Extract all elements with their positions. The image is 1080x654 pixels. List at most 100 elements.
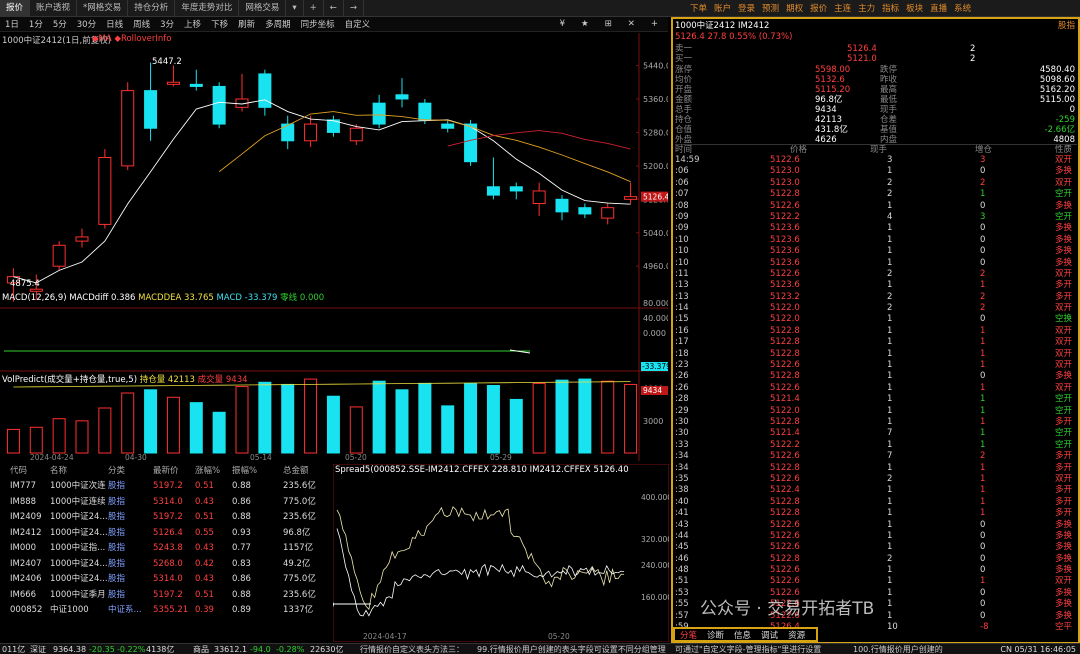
tick-row[interactable]: :48 5122.6 1 0 多换	[675, 565, 1077, 576]
toolbar-btn-6[interactable]: 3分	[155, 18, 179, 30]
right-menu-10[interactable]: 直播	[930, 2, 947, 14]
table-row[interactable]: 000852 中证1000 中证系... 5355.21 0.39 0.89 1337亿	[0, 603, 332, 619]
tick-row[interactable]: :23 5122.6 1 1 双开	[675, 360, 1077, 371]
tick-row[interactable]: :35 5122.6 2 1 双开	[675, 474, 1077, 485]
table-header-5[interactable]: 振幅%	[232, 464, 257, 478]
right-menu-4[interactable]: 期权	[786, 2, 803, 14]
panel-tab-2[interactable]: 信息	[729, 629, 756, 641]
sector-link[interactable]: 股指	[1058, 21, 1075, 31]
tick-row[interactable]: :45 5122.6 1 0 多换	[675, 542, 1077, 553]
tick-row[interactable]: :13 5123.2 2 2 多开	[675, 292, 1077, 303]
tick-row[interactable]: :51 5122.6 1 1 双开	[675, 576, 1077, 587]
tick-row[interactable]: :16 5122.8 1 1 双开	[675, 326, 1077, 337]
tick-row[interactable]: :38 5122.4 1 1 多开	[675, 485, 1077, 496]
tick-row[interactable]: :34 5122.6 7 2 多开	[675, 451, 1077, 462]
table-row[interactable]: IM777 1000中证次连 股指 5197.2 0.51 0.88 235.6亿	[0, 479, 332, 495]
toolbar-btn-11[interactable]: 同步坐标	[296, 18, 340, 30]
tick-row[interactable]: :10 5123.6 1 0 多换	[675, 246, 1077, 257]
table-header-2[interactable]: 分类	[108, 464, 125, 478]
spread-chart[interactable]: 400.000 320.000 240.000 160.000 2024-04-17 05…	[333, 464, 669, 642]
tick-row[interactable]: :30 5121.4 7 1 空开	[675, 428, 1077, 439]
toolbar-btn-0[interactable]: 1日	[0, 18, 24, 30]
panel-tab-0[interactable]: 分笔	[675, 629, 702, 641]
tick-row[interactable]: :09 5123.6 1 0 多换	[675, 223, 1077, 234]
toolbar-icon-0[interactable]: ¥	[555, 19, 570, 29]
toolbar-icon-3[interactable]: ✕	[623, 19, 640, 29]
tab-1[interactable]: 账户透视	[30, 0, 78, 17]
toolbar-icon-1[interactable]: ★	[576, 19, 594, 29]
tick-row[interactable]: :30 5122.8 1 1 多开	[675, 417, 1077, 428]
right-menu-2[interactable]: 登录	[738, 2, 755, 14]
kline-chart[interactable]: 5440.05360.05280.05200.05120.05040.04960…	[0, 33, 668, 461]
tick-row[interactable]: :18 5122.8 1 1 双开	[675, 349, 1077, 360]
forward-icon[interactable]: →	[344, 0, 364, 17]
table-row[interactable]: IM2409 1000中证24... 股指 5197.2 0.51 0.88 235.6亿	[0, 510, 332, 526]
tick-row[interactable]: :44 5122.6 1 0 多换	[675, 531, 1077, 542]
toolbar-btn-4[interactable]: 日线	[101, 18, 128, 30]
table-row[interactable]: IM2407 1000中证24... 股指 5268.0 0.42 0.83 49.2亿	[0, 557, 332, 573]
right-menu-5[interactable]: 报价	[810, 2, 827, 14]
right-menu-1[interactable]: 账户	[714, 2, 731, 14]
tick-row[interactable]: :28 5121.4 1 1 空开	[675, 394, 1077, 405]
right-menu-6[interactable]: 主连	[834, 2, 851, 14]
tick-row[interactable]: :29 5122.0 1 1 空开	[675, 406, 1077, 417]
right-menu-0[interactable]: 下单	[690, 2, 707, 14]
tick-row[interactable]: :33 5122.2 1 1 空开	[675, 440, 1077, 451]
tick-row[interactable]: :26 5122.8 1 0 多换	[675, 371, 1077, 382]
tick-row[interactable]: :10 5123.6 1 0 多换	[675, 258, 1077, 269]
toolbar-btn-2[interactable]: 5分	[48, 18, 72, 30]
tick-row[interactable]: :15 5122.0 1 0 空换	[675, 314, 1077, 325]
tick-row[interactable]: 14:59 5122.6 3 3 双开	[675, 155, 1077, 166]
toolbar-btn-8[interactable]: 下移	[206, 18, 233, 30]
table-header-0[interactable]: 代码	[10, 464, 27, 478]
tick-row[interactable]: :41 5122.8 1 1 多开	[675, 508, 1077, 519]
tick-row[interactable]: :26 5122.6 1 1 双开	[675, 383, 1077, 394]
right-menu-7[interactable]: 主力	[858, 2, 875, 14]
right-menu-3[interactable]: 预测	[762, 2, 779, 14]
right-menu-9[interactable]: 板块	[906, 2, 923, 14]
tab-5[interactable]: 网格交易	[239, 0, 287, 17]
tab-2[interactable]: *网格交易	[77, 0, 129, 17]
dropdown-icon[interactable]: ▾	[286, 0, 304, 17]
right-menu-8[interactable]: 指标	[882, 2, 899, 14]
table-row[interactable]: IM2412 1000中证24... 股指 5126.4 0.55 0.93 96.8亿	[0, 526, 332, 542]
tab-0[interactable]: 报价	[0, 0, 31, 17]
tick-row[interactable]: :34 5122.8 1 1 多开	[675, 463, 1077, 474]
panel-tab-4[interactable]: 资源	[783, 629, 810, 641]
panel-tab-3[interactable]: 调试	[756, 629, 783, 641]
tick-row[interactable]: :06 5123.0 1 0 多换	[675, 166, 1077, 177]
toolbar-btn-10[interactable]: 多周期	[260, 18, 296, 30]
table-row[interactable]: IM888 1000中证连续 股指 5314.0 0.43 0.86 775.0亿	[0, 495, 332, 511]
toolbar-btn-1[interactable]: 1分	[24, 18, 48, 30]
tick-row[interactable]: :08 5122.6 1 0 多换	[675, 201, 1077, 212]
table-header-6[interactable]: 总金额	[283, 464, 309, 478]
tick-row[interactable]: :17 5122.8 1 1 双开	[675, 337, 1077, 348]
add-icon[interactable]: +	[304, 0, 324, 17]
toolbar-btn-5[interactable]: 周线	[128, 18, 155, 30]
toolbar-btn-9[interactable]: 刷新	[233, 18, 260, 30]
tick-row[interactable]: :10 5123.6 1 0 多换	[675, 235, 1077, 246]
table-header-3[interactable]: 最新价	[153, 464, 179, 478]
tick-row[interactable]: :07 5122.8 2 1 空开	[675, 189, 1077, 200]
toolbar-btn-7[interactable]: 上移	[179, 18, 206, 30]
toolbar-icon-2[interactable]: ⊞	[600, 19, 617, 29]
table-header-4[interactable]: 涨幅%	[195, 464, 220, 478]
tick-row[interactable]: :13 5123.6 1 1 多开	[675, 280, 1077, 291]
back-icon[interactable]: ←	[324, 0, 344, 17]
table-row[interactable]: IM2406 1000中证24... 股指 5314.0 0.43 0.86 775.0亿	[0, 572, 332, 588]
right-menu-11[interactable]: 系统	[954, 2, 971, 14]
tick-row[interactable]: :14 5122.0 2 2 双开	[675, 303, 1077, 314]
table-row[interactable]: IM666 1000中证季月 股指 5197.2 0.51 0.88 235.6亿	[0, 588, 332, 604]
tick-row[interactable]: :40 5122.8 1 1 多开	[675, 497, 1077, 508]
toolbar-btn-3[interactable]: 30分	[72, 18, 101, 30]
tick-row[interactable]: :11 5122.6 2 2 双开	[675, 269, 1077, 280]
tick-row[interactable]: :46 5122.8 2 0 多换	[675, 554, 1077, 565]
tick-row[interactable]: :43 5122.6 1 0 多换	[675, 520, 1077, 531]
table-header-1[interactable]: 名称	[50, 464, 67, 478]
panel-tab-1[interactable]: 诊断	[702, 629, 729, 641]
tick-row[interactable]: :06 5123.0 2 2 双开	[675, 178, 1077, 189]
toolbar-icon-4[interactable]: +	[646, 19, 663, 29]
toolbar-btn-12[interactable]: 自定义	[340, 18, 376, 30]
tick-row[interactable]: :09 5122.2 4 3 空开	[675, 212, 1077, 223]
tab-3[interactable]: 持仓分析	[128, 0, 176, 17]
